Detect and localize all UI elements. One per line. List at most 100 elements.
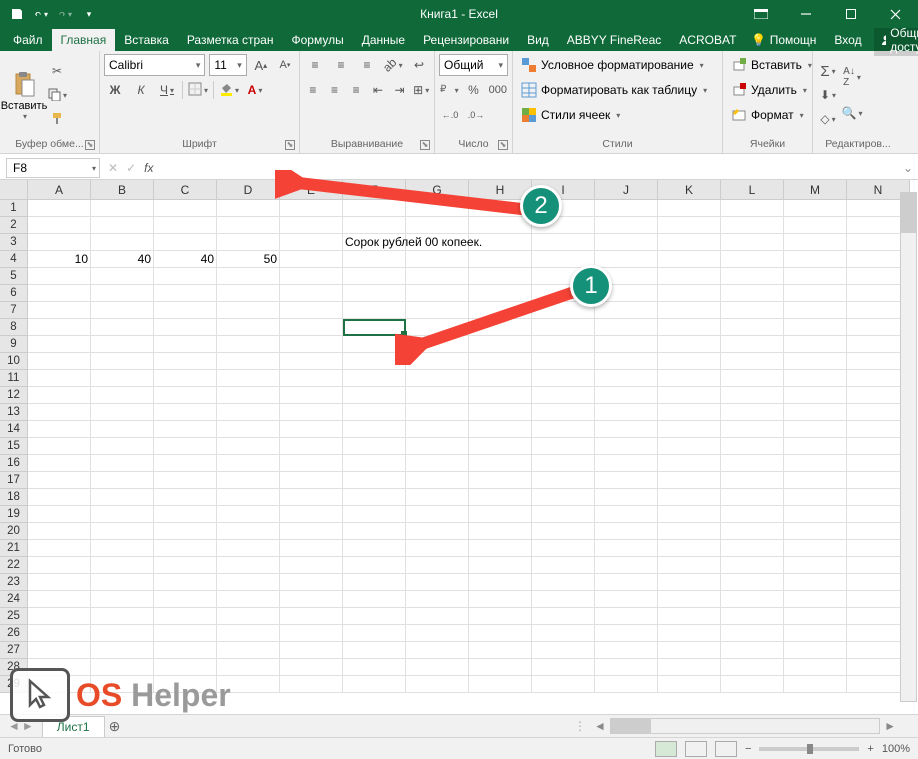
cell-M22[interactable] (784, 557, 847, 574)
cell-M14[interactable] (784, 421, 847, 438)
cut-button[interactable]: ✂ (46, 60, 68, 82)
format-cells-button[interactable]: Формат▾ (727, 104, 816, 126)
cell-I18[interactable] (532, 489, 595, 506)
cell-K21[interactable] (658, 540, 721, 557)
cell-D23[interactable] (217, 574, 280, 591)
view-pagebreak-icon[interactable] (715, 741, 737, 757)
vertical-scrollbar[interactable] (900, 192, 917, 702)
insert-cells-button[interactable]: Вставить▾ (727, 54, 816, 76)
align-bottom-icon[interactable]: ≡ (356, 54, 378, 76)
cell-M23[interactable] (784, 574, 847, 591)
dialog-launcher-icon[interactable]: ⬊ (85, 140, 95, 150)
cell-F1[interactable] (343, 200, 406, 217)
cell-B3[interactable] (91, 234, 154, 251)
cell-G6[interactable] (406, 285, 469, 302)
cell-L9[interactable] (721, 336, 784, 353)
cell-F29[interactable] (343, 676, 406, 693)
cell-C20[interactable] (154, 523, 217, 540)
font-name-combo[interactable]: Calibri▾ (104, 54, 205, 76)
cell-G26[interactable] (406, 625, 469, 642)
cell-D22[interactable] (217, 557, 280, 574)
cell-A8[interactable] (28, 319, 91, 336)
cell-M6[interactable] (784, 285, 847, 302)
cell-G15[interactable] (406, 438, 469, 455)
undo-icon[interactable]: ▾ (34, 7, 48, 21)
cell-M19[interactable] (784, 506, 847, 523)
cell-H2[interactable] (469, 217, 532, 234)
cell-A25[interactable] (28, 608, 91, 625)
cell-D19[interactable] (217, 506, 280, 523)
cell-L20[interactable] (721, 523, 784, 540)
cell-L25[interactable] (721, 608, 784, 625)
col-header-M[interactable]: M (784, 180, 847, 200)
cell-K13[interactable] (658, 404, 721, 421)
cell-G21[interactable] (406, 540, 469, 557)
cell-H14[interactable] (469, 421, 532, 438)
cell-C23[interactable] (154, 574, 217, 591)
fill-color-button[interactable]: ▾ (218, 79, 240, 101)
row-header-27[interactable]: 27 (0, 642, 28, 659)
cell-A4[interactable]: 10 (28, 251, 91, 268)
cell-B17[interactable] (91, 472, 154, 489)
cell-L26[interactable] (721, 625, 784, 642)
cell-H9[interactable] (469, 336, 532, 353)
cell-C5[interactable] (154, 268, 217, 285)
cell-K19[interactable] (658, 506, 721, 523)
cell-C22[interactable] (154, 557, 217, 574)
cell-E20[interactable] (280, 523, 343, 540)
cell-E25[interactable] (280, 608, 343, 625)
cell-L12[interactable] (721, 387, 784, 404)
sort-filter-button[interactable]: A↓Z▾ (841, 60, 863, 94)
cell-E5[interactable] (280, 268, 343, 285)
cell-F8[interactable] (343, 319, 406, 336)
cell-C1[interactable] (154, 200, 217, 217)
cell-B6[interactable] (91, 285, 154, 302)
cell-I22[interactable] (532, 557, 595, 574)
bold-button[interactable]: Ж (104, 79, 126, 101)
cell-M16[interactable] (784, 455, 847, 472)
decrease-font-icon[interactable]: A▾ (275, 54, 295, 76)
cell-H23[interactable] (469, 574, 532, 591)
conditional-formatting-button[interactable]: Условное форматирование▾ (517, 54, 711, 76)
cell-B18[interactable] (91, 489, 154, 506)
cell-E12[interactable] (280, 387, 343, 404)
cell-D8[interactable] (217, 319, 280, 336)
cell-D25[interactable] (217, 608, 280, 625)
cell-J22[interactable] (595, 557, 658, 574)
name-box[interactable]: F8▾ (6, 158, 100, 178)
cell-F26[interactable] (343, 625, 406, 642)
col-header-J[interactable]: J (595, 180, 658, 200)
decrease-indent-icon[interactable]: ⇤ (369, 79, 387, 101)
cell-F16[interactable] (343, 455, 406, 472)
cell-L23[interactable] (721, 574, 784, 591)
cell-F6[interactable] (343, 285, 406, 302)
save-icon[interactable] (10, 7, 24, 21)
cell-M9[interactable] (784, 336, 847, 353)
tab-home[interactable]: Главная (52, 29, 116, 51)
cell-J27[interactable] (595, 642, 658, 659)
cell-A2[interactable] (28, 217, 91, 234)
cell-G29[interactable] (406, 676, 469, 693)
cell-A12[interactable] (28, 387, 91, 404)
cell-G19[interactable] (406, 506, 469, 523)
cell-G28[interactable] (406, 659, 469, 676)
cell-I19[interactable] (532, 506, 595, 523)
cell-B24[interactable] (91, 591, 154, 608)
cell-K1[interactable] (658, 200, 721, 217)
align-center-icon[interactable]: ≡ (326, 79, 344, 101)
cell-G13[interactable] (406, 404, 469, 421)
cell-E23[interactable] (280, 574, 343, 591)
sign-in[interactable]: Вход (828, 29, 867, 51)
cell-D7[interactable] (217, 302, 280, 319)
row-header-12[interactable]: 12 (0, 387, 28, 404)
col-header-B[interactable]: B (91, 180, 154, 200)
cell-C12[interactable] (154, 387, 217, 404)
cell-L8[interactable] (721, 319, 784, 336)
redo-icon[interactable]: ▾ (58, 7, 72, 21)
view-normal-icon[interactable] (655, 741, 677, 757)
cell-H6[interactable] (469, 285, 532, 302)
cell-E24[interactable] (280, 591, 343, 608)
cell-I23[interactable] (532, 574, 595, 591)
cell-F22[interactable] (343, 557, 406, 574)
cell-L22[interactable] (721, 557, 784, 574)
